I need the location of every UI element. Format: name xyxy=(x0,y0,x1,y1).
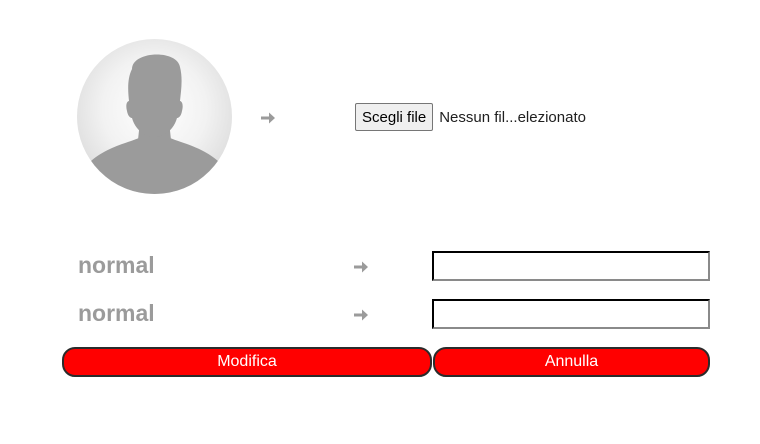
user-silhouette-icon xyxy=(77,54,232,194)
text-input-1[interactable] xyxy=(432,251,710,281)
arrow-right-icon xyxy=(353,308,369,322)
cancel-button[interactable]: Annulla xyxy=(433,347,710,377)
field-label-2: normal xyxy=(78,300,155,326)
choose-file-button[interactable]: Scegli file xyxy=(355,103,434,131)
arrow-right-icon xyxy=(260,111,276,125)
text-input-2[interactable] xyxy=(432,299,710,329)
file-input[interactable]: Scegli file Nessun fil...elezionato xyxy=(355,103,586,131)
field-label-1: normal xyxy=(78,252,155,278)
avatar-image xyxy=(77,39,232,194)
modify-button[interactable]: Modifica xyxy=(62,347,432,377)
arrow-right-icon xyxy=(353,260,369,274)
file-status-text: Nessun fil...elezionato xyxy=(439,108,586,126)
